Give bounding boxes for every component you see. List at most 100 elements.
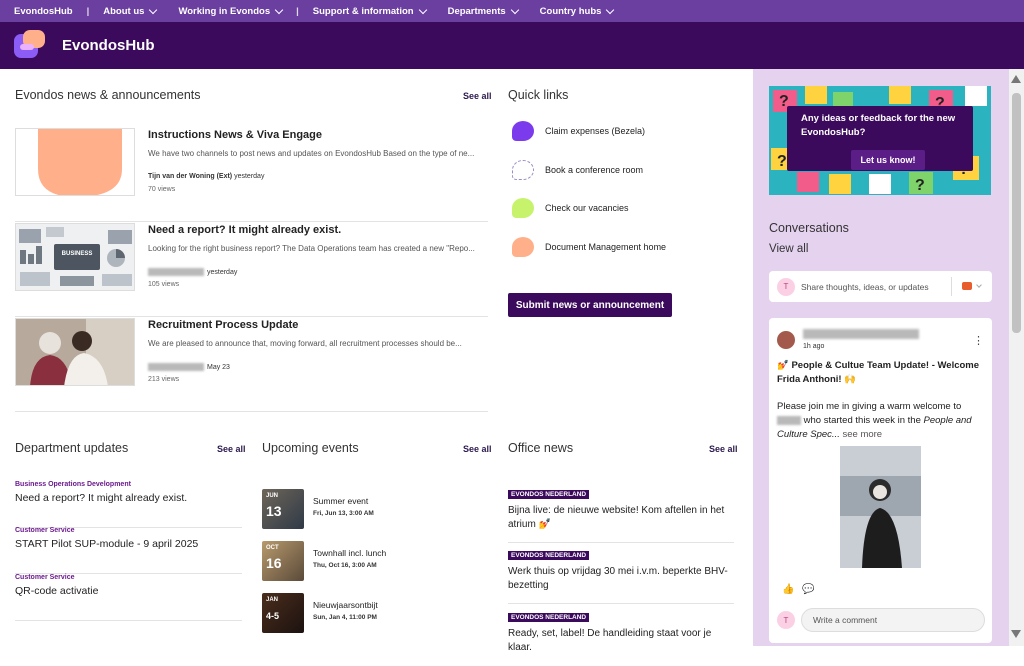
news-item[interactable]: BUSINESS Need a report? It might already…	[15, 223, 488, 317]
department-see-all-link[interactable]: See all	[217, 444, 246, 454]
event-day: 16	[266, 555, 282, 571]
department-category: Business Operations Development	[15, 481, 131, 488]
like-icon[interactable]: 👍	[782, 584, 794, 595]
quick-link-vacancies[interactable]: Check our vacancies	[512, 198, 629, 218]
event-name[interactable]: Townhall incl. lunch	[313, 548, 386, 558]
event-name[interactable]: Nieuwjaarsontbijt	[313, 600, 378, 610]
green-blob-icon	[512, 198, 534, 218]
conversations-title: Conversations	[769, 221, 849, 235]
scrollbar-thumb[interactable]	[1012, 93, 1021, 333]
office-news-item[interactable]: EVONDOS NEDERLAND Werk thuis op vrijdag 3…	[508, 544, 734, 604]
event-image: OCT 16	[262, 541, 304, 581]
site-header: EvondosHub	[0, 22, 1024, 69]
event-name[interactable]: Summer event	[313, 496, 368, 506]
news-see-all-link[interactable]: See all	[463, 91, 492, 101]
purple-blob-icon	[512, 121, 534, 141]
event-item[interactable]: JAN 4-5 Nieuwjaarsontbijt Sun, Jan 4, 11…	[262, 593, 488, 637]
event-date: Thu, Oct 16, 3:00 AM	[313, 562, 377, 569]
let-us-know-button[interactable]: Let us know!	[851, 150, 925, 170]
office-see-all-link[interactable]: See all	[709, 444, 738, 454]
department-item-title[interactable]: START Pilot SUP-module - 9 april 2025	[15, 538, 242, 550]
feedback-question: Any ideas or feedback for the new Evondo…	[801, 113, 956, 138]
nav-working-in-evondos[interactable]: Working in Evondos	[178, 5, 284, 17]
department-item-title[interactable]: Need a report? It might already exist.	[15, 492, 242, 504]
quick-link-claim-expenses[interactable]: Claim expenses (Bezela)	[512, 121, 645, 141]
nav-departments[interactable]: Departments	[448, 5, 519, 17]
scroll-up-icon[interactable]	[1011, 75, 1021, 83]
share-placeholder: Share thoughts, ideas, or updates	[801, 281, 929, 292]
peach-blob-icon	[512, 237, 534, 257]
news-views: 70 views	[148, 186, 176, 193]
share-input[interactable]: T Share thoughts, ideas, or updates	[769, 271, 992, 302]
office-news-title-text[interactable]: Bijna live: de nieuwe website! Kom aftel…	[508, 504, 734, 532]
office-news-title-text[interactable]: Ready, set, label! De handleiding staat …	[508, 627, 734, 655]
event-date: Sun, Jan 4, 11:00 PM	[313, 614, 377, 621]
see-more-link[interactable]: see more	[842, 429, 882, 440]
news-thumbnail	[15, 318, 135, 386]
department-item[interactable]: Customer Service START Pilot SUP-module -…	[15, 527, 242, 574]
submit-news-button[interactable]: Submit news or announcement	[508, 293, 672, 317]
person-photo-icon	[840, 446, 921, 568]
avatar: T	[777, 277, 795, 296]
page-scrollbar[interactable]	[1009, 69, 1024, 646]
event-month: JUN	[266, 493, 279, 499]
department-category: Customer Service	[15, 574, 75, 581]
news-description: We have two channels to post news and up…	[148, 149, 475, 158]
evondos-logo-icon[interactable]	[14, 29, 46, 62]
event-item[interactable]: JUN 13 Summer event Fri, Jun 13, 3:00 AM	[262, 489, 488, 533]
quick-link-book-room[interactable]: Book a conference room	[512, 160, 643, 180]
event-image: JUN 13	[262, 489, 304, 529]
conversations-view-all-link[interactable]: View all	[769, 243, 808, 255]
department-item[interactable]: Customer Service QR-code activatie	[15, 574, 242, 621]
feedback-banner[interactable]: ? ? ? ? ? Any ideas or feedback for the …	[769, 86, 991, 195]
department-item[interactable]: Business Operations Development Need a re…	[15, 481, 242, 528]
nav-home-link[interactable]: EvondosHub	[14, 6, 73, 17]
chevron-down-icon	[606, 5, 615, 14]
news-description: Looking for the right business report? T…	[148, 244, 475, 253]
news-views: 213 views	[148, 376, 180, 383]
news-section-title: Evondos news & announcements	[15, 88, 201, 102]
site-brand-name[interactable]: EvondosHub	[62, 37, 155, 54]
quick-link-document-management[interactable]: Document Management home	[512, 237, 666, 257]
top-nav-bar: EvondosHub | About us Working in Evondos…	[0, 0, 1024, 22]
post-body: Please join me in giving a warm welcome …	[777, 401, 972, 440]
nav-about-us[interactable]: About us	[103, 5, 158, 17]
post-author-avatar[interactable]	[777, 331, 795, 349]
nav-support-information[interactable]: Support & information	[313, 5, 427, 17]
scroll-down-icon[interactable]	[1011, 630, 1021, 638]
news-title[interactable]: Need a report? It might already exist.	[148, 224, 341, 236]
conversation-post: 1h ago ⋮ 💅 People & Cultue Team Update! …	[769, 318, 992, 643]
post-image[interactable]	[840, 446, 921, 568]
nav-country-hubs[interactable]: Country hubs	[540, 5, 615, 17]
news-title[interactable]: Instructions News & Viva Engage	[148, 129, 322, 141]
redacted-author-name	[148, 363, 204, 371]
message-type-icon[interactable]	[962, 282, 972, 290]
event-day: 13	[266, 503, 282, 519]
feedback-box: Any ideas or feedback for the new Evondo…	[787, 106, 973, 171]
department-category: Customer Service	[15, 527, 75, 534]
department-item-title[interactable]: QR-code activatie	[15, 585, 242, 597]
news-item[interactable]: Recruitment Process Update We are please…	[15, 318, 488, 412]
chevron-down-icon[interactable]	[976, 282, 982, 288]
redacted-author-name[interactable]	[803, 329, 919, 339]
office-news-item[interactable]: EVONDOS NEDERLAND Ready, set, label! De h…	[508, 606, 734, 666]
redacted-author-name	[148, 268, 204, 276]
office-news-item[interactable]: EVONDOS NEDERLAND Bijna live: de nieuwe w…	[508, 483, 734, 543]
more-options-icon[interactable]: ⋮	[973, 334, 984, 347]
nav-separator: |	[296, 5, 299, 17]
events-see-all-link[interactable]: See all	[463, 444, 492, 454]
chevron-down-icon	[274, 5, 284, 14]
event-item[interactable]: OCT 16 Townhall incl. lunch Thu, Oct 16,…	[262, 541, 488, 585]
office-news-title: Office news	[508, 441, 574, 455]
quick-links-title: Quick links	[508, 88, 569, 102]
office-news-title-text[interactable]: Werk thuis op vrijdag 30 mei i.v.m. bepe…	[508, 565, 734, 593]
chevron-down-icon	[149, 5, 158, 14]
news-title[interactable]: Recruitment Process Update	[148, 319, 298, 331]
news-item[interactable]: Instructions News & Viva Engage We have …	[15, 128, 488, 222]
comment-icon[interactable]: 💬	[802, 584, 814, 595]
comment-input[interactable]: Write a comment	[801, 608, 985, 632]
comment-box: T Write a comment	[777, 608, 985, 632]
office-badge: EVONDOS NEDERLAND	[508, 613, 590, 622]
news-author: May 23	[148, 363, 230, 371]
nav-separator: |	[86, 5, 90, 17]
